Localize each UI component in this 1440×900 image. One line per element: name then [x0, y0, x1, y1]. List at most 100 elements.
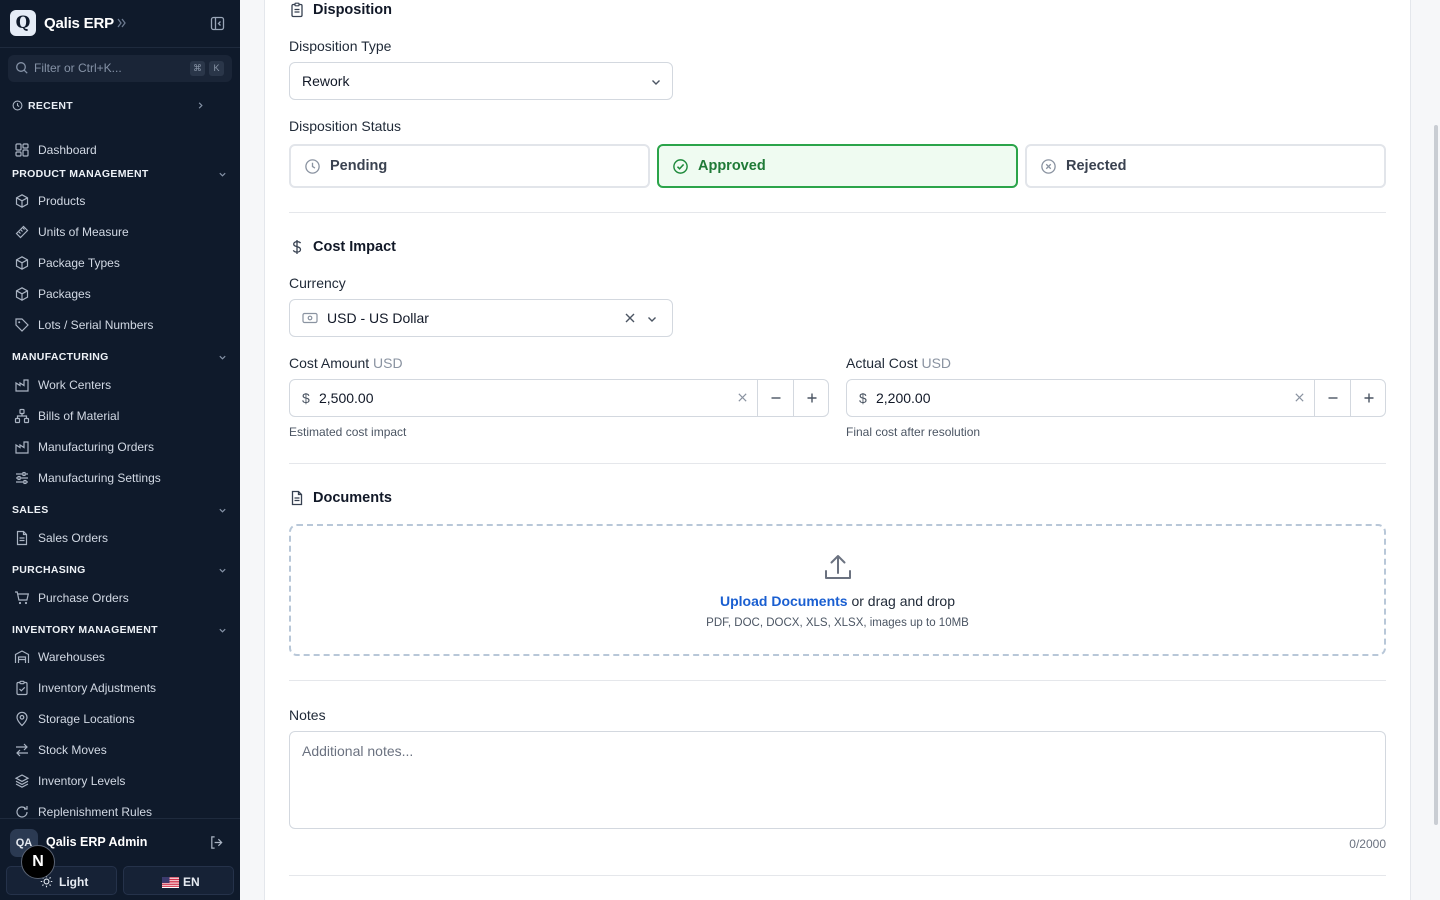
sidebar-item-storage-locations[interactable]: Storage Locations — [0, 706, 240, 732]
status-option-rejected[interactable]: Rejected — [1025, 144, 1386, 188]
sidebar-item-label: Packages — [38, 287, 91, 301]
dollar-icon — [292, 240, 302, 254]
currency-label: Currency — [289, 275, 346, 291]
currency-select[interactable]: USD - US Dollar — [289, 299, 673, 337]
x-circle-icon — [1041, 159, 1056, 174]
file-text-icon — [291, 490, 303, 506]
package-icon — [15, 256, 29, 270]
sidebar-item-dashboard[interactable]: Dashboard — [0, 137, 240, 163]
floating-n-badge[interactable]: N — [21, 845, 55, 879]
clear-icon[interactable] — [737, 392, 748, 403]
upload-documents-link[interactable]: Upload Documents — [720, 593, 848, 609]
user-name[interactable]: Qalis ERP Admin — [46, 835, 147, 849]
filter-placeholder: Filter or Ctrl+K... — [34, 61, 122, 75]
sidebar-item-manufacturing-settings[interactable]: Manufacturing Settings — [0, 465, 240, 491]
language-button[interactable]: EN — [123, 866, 234, 895]
section-divider — [289, 875, 1386, 876]
logout-icon[interactable] — [209, 835, 224, 850]
chevron-down-icon — [219, 628, 226, 633]
notes-char-counter: 0/2000 — [1349, 837, 1386, 851]
chevron-right-icon[interactable] — [114, 16, 128, 30]
disposition-section-title: Disposition — [313, 2, 392, 18]
sidebar-item-bills-of-material[interactable]: Bills of Material — [0, 403, 240, 429]
sidebar-item-lots-serial-numbers[interactable]: Lots / Serial Numbers — [0, 312, 240, 338]
chevron-down-icon — [219, 508, 226, 513]
brand-header: Q Qalis ERP — [0, 0, 240, 48]
sidebar-item-label: Work Centers — [38, 378, 112, 392]
upload-prompt: Upload Documents or drag and drop — [291, 593, 1384, 609]
upload-formats: PDF, DOC, DOCX, XLS, XLSX, images up to … — [706, 617, 969, 629]
cart-icon — [15, 591, 30, 605]
clock-icon — [12, 100, 23, 111]
sidebar-item-warehouses[interactable]: Warehouses — [0, 644, 240, 670]
language-label: EN — [183, 875, 200, 889]
sidebar-item-label: Warehouses — [38, 650, 105, 664]
sidebar-item-inventory-levels[interactable]: Inventory Levels — [0, 768, 240, 794]
currency-symbol: $ — [302, 390, 310, 406]
map-pin-icon — [16, 711, 28, 727]
hierarchy-icon — [14, 408, 30, 424]
sidebar-item-manufacturing-orders[interactable]: Manufacturing Orders — [0, 434, 240, 460]
cost-amount-hint: Estimated cost impact — [289, 425, 407, 439]
sidebar-item-stock-moves[interactable]: Stock Moves — [0, 737, 240, 763]
status-option-approved[interactable]: Approved — [657, 144, 1018, 188]
box-icon — [15, 194, 29, 208]
clear-icon[interactable] — [1294, 392, 1305, 403]
section-sales[interactable]: SALES — [0, 501, 240, 519]
disposition-type-label: Disposition Type — [289, 38, 392, 54]
increment-button[interactable] — [793, 380, 830, 416]
check-circle-icon — [673, 159, 688, 174]
section-divider — [289, 680, 1386, 681]
section-inventory-management[interactable]: INVENTORY MANAGEMENT — [0, 621, 240, 639]
sidebar-item-label: Dashboard — [38, 143, 97, 157]
search-icon — [16, 62, 28, 74]
app-logo[interactable]: Q — [10, 10, 36, 36]
package-icon — [15, 287, 29, 301]
section-purchasing[interactable]: PURCHASING — [0, 561, 240, 579]
actual-cost-input[interactable]: $ 2,200.00 — [846, 379, 1386, 417]
clear-icon[interactable] — [624, 312, 636, 324]
app-name[interactable]: Qalis ERP — [44, 15, 114, 32]
status-option-pending[interactable]: Pending — [289, 144, 650, 188]
sidebar-item-units-of-measure[interactable]: Units of Measure — [0, 219, 240, 245]
minus-icon — [771, 397, 781, 399]
scrollbar-thumb[interactable] — [1434, 125, 1438, 825]
decrement-button[interactable] — [757, 380, 794, 416]
section-title: SALES — [12, 504, 49, 516]
ruler-icon — [15, 225, 29, 239]
sidebar-collapse-icon[interactable] — [210, 16, 225, 31]
sidebar-item-label: Inventory Adjustments — [38, 681, 157, 695]
disposition-type-select[interactable]: Rework — [289, 62, 673, 100]
section-manufacturing[interactable]: MANUFACTURING — [0, 348, 240, 366]
decrement-button[interactable] — [1314, 380, 1351, 416]
notes-textarea[interactable]: Additional notes... — [289, 731, 1386, 829]
cost-amount-input[interactable]: $ 2,500.00 — [289, 379, 829, 417]
sidebar-item-sales-orders[interactable]: Sales Orders — [0, 525, 240, 551]
document-dropzone[interactable]: Upload Documents or drag and drop PDF, D… — [289, 524, 1386, 656]
sliders-icon — [16, 471, 28, 485]
status-option-label: Pending — [330, 158, 388, 174]
chevron-down-icon — [219, 568, 226, 573]
chevron-right-icon — [198, 102, 203, 109]
sidebar-item-work-centers[interactable]: Work Centers — [0, 372, 240, 398]
sidebar-item-label: Products — [38, 194, 86, 208]
tag-icon — [15, 318, 29, 332]
sidebar-item-package-types[interactable]: Package Types — [0, 250, 240, 276]
factory-icon — [15, 441, 29, 454]
increment-button[interactable] — [1350, 380, 1387, 416]
plus-icon — [807, 393, 817, 403]
section-product-management[interactable]: PRODUCT MANAGEMENT — [0, 165, 240, 183]
sidebar-item-packages[interactable]: Packages — [0, 281, 240, 307]
cost-impact-section-title: Cost Impact — [313, 239, 396, 255]
chevron-down-icon — [648, 317, 656, 322]
actual-cost-unit: USD — [921, 355, 952, 371]
sidebar-item-products[interactable]: Products — [0, 188, 240, 214]
sidebar-item-inventory-adjustments[interactable]: Inventory Adjustments — [0, 675, 240, 701]
section-divider — [289, 463, 1386, 464]
sidebar-item-purchase-orders[interactable]: Purchase Orders — [0, 585, 240, 611]
recent-toggle[interactable]: RECENT — [0, 96, 240, 116]
chevron-down-icon — [652, 80, 660, 85]
sidebar-item-label: Replenishment Rules — [38, 805, 153, 819]
clipboard-check-icon — [16, 680, 28, 696]
sidebar-filter-input[interactable]: Filter or Ctrl+K... ⌘ K — [8, 55, 232, 82]
